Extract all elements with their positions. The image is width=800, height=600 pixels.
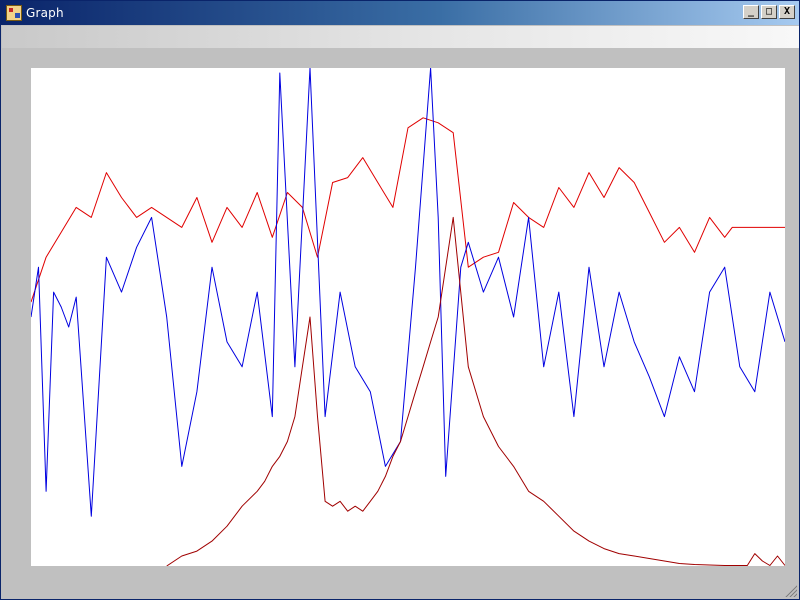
series-line-0 — [31, 117, 785, 303]
size-grip-icon[interactable] — [783, 583, 797, 597]
series-2 — [166, 216, 785, 566]
minimize-button[interactable]: _ — [743, 5, 759, 19]
series-0 — [31, 117, 785, 303]
caption-buttons: _ □ X — [743, 5, 795, 19]
close-button[interactable]: X — [779, 5, 795, 19]
graph-panel — [31, 68, 785, 566]
client-area — [2, 48, 799, 599]
series-line-2 — [166, 216, 785, 566]
app-icon[interactable] — [6, 5, 22, 21]
toolstrip — [2, 26, 799, 48]
window-title: Graph — [26, 6, 64, 20]
maximize-button[interactable]: □ — [761, 5, 777, 19]
title-bar[interactable]: Graph _ □ X — [1, 1, 799, 25]
series-line-1 — [31, 68, 785, 517]
series-1 — [31, 68, 785, 517]
line-chart — [31, 68, 785, 566]
graph-window: Graph _ □ X — [0, 0, 800, 600]
